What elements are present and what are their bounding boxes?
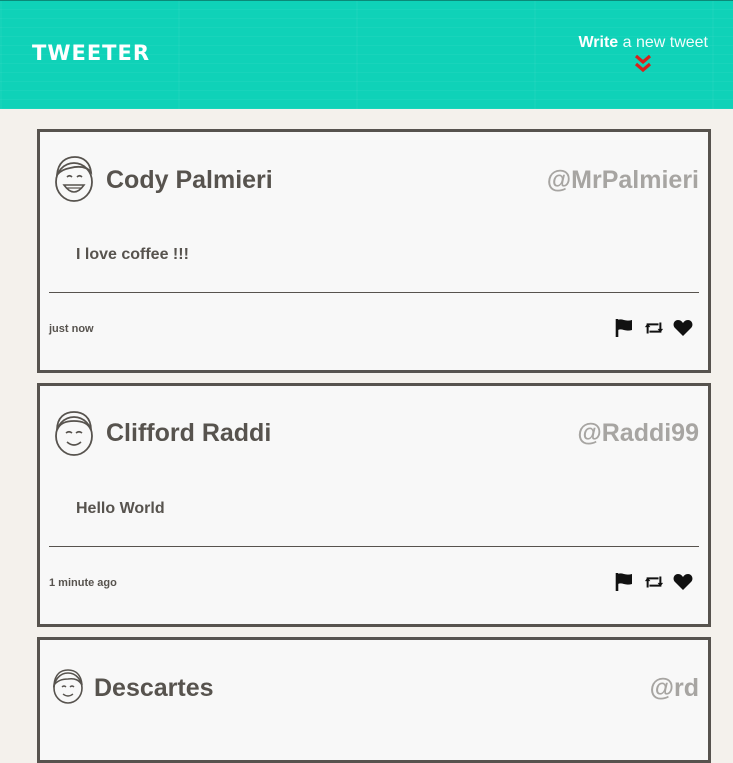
tweet-card: Descartes @rd — [37, 637, 711, 763]
heart-icon[interactable] — [673, 573, 693, 591]
smiling-man-avatar-icon — [55, 156, 93, 202]
heart-icon[interactable] — [673, 319, 693, 337]
retweet-icon[interactable] — [644, 319, 664, 337]
tweet-author-name[interactable]: Descartes — [94, 674, 214, 703]
man-avatar-icon — [55, 411, 93, 456]
retweet-icon[interactable] — [644, 573, 664, 591]
tweet-author-handle[interactable]: @Raddi99 — [577, 419, 699, 448]
woman-avatar-icon — [52, 669, 83, 704]
tweet-author-name[interactable]: Cody Palmieri — [106, 166, 273, 195]
tweet-text: Hello World — [76, 500, 165, 517]
write-tweet-button[interactable]: Write a new tweet — [578, 34, 708, 74]
tweet-text: I love coffee !!! — [76, 246, 189, 263]
tweet-actions — [615, 573, 693, 591]
tweet-timestamp: just now — [49, 323, 94, 335]
tweet-actions — [615, 319, 693, 337]
tweet-card: Clifford Raddi @Raddi99 Hello World 1 mi… — [37, 383, 711, 627]
tweet-divider — [49, 292, 699, 293]
tweet-author-handle[interactable]: @rd — [650, 674, 699, 703]
tweet-divider — [49, 546, 699, 547]
tweet-author-name[interactable]: Clifford Raddi — [106, 419, 271, 448]
compose-label-strong: Write — [578, 34, 619, 51]
app-logo[interactable]: Tweeter — [32, 41, 150, 65]
flag-icon[interactable] — [615, 573, 635, 591]
flag-icon[interactable] — [615, 319, 635, 337]
double-chevron-down-icon[interactable] — [634, 54, 652, 74]
tweet-card: Cody Palmieri @MrPalmieri I love coffee … — [37, 129, 711, 373]
tweet-timestamp: 1 minute ago — [49, 577, 117, 589]
top-header: Tweeter Write a new tweet — [0, 0, 733, 109]
compose-label-rest: a new tweet — [618, 34, 708, 51]
tweet-author-handle[interactable]: @MrPalmieri — [547, 166, 699, 195]
